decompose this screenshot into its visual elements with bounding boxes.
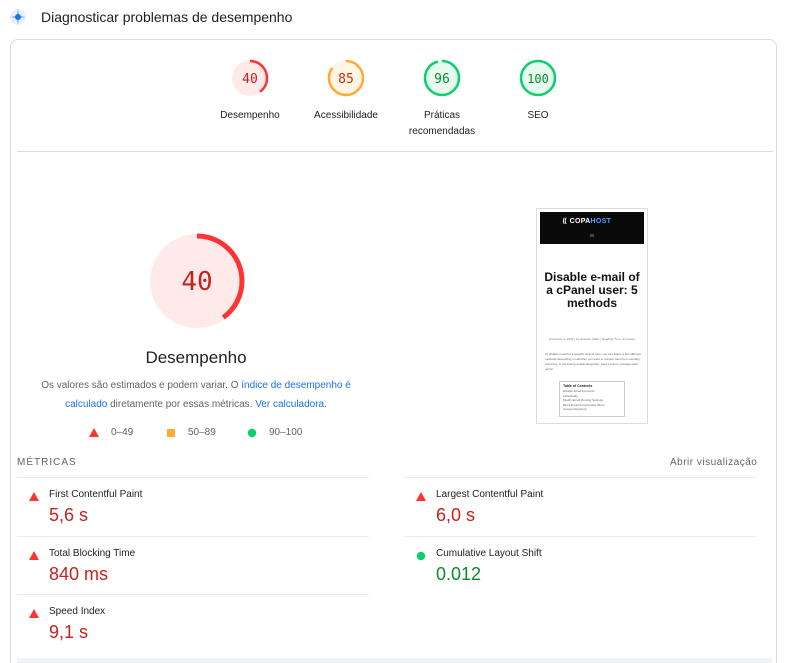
expand-view-toggle[interactable]: Abrir visualização bbox=[670, 457, 757, 468]
calculator-link[interactable]: Ver calculadora bbox=[255, 399, 324, 410]
performance-title: Desempenho bbox=[145, 348, 247, 367]
performance-description: Os valores são estimados e podem variar.… bbox=[41, 380, 351, 410]
metric-name: Speed Index bbox=[49, 606, 106, 617]
metric-tbt: Total Blocking Time 840 ms bbox=[17, 536, 369, 594]
gauge-best-practices[interactable]: 96 Práticas recomendadas bbox=[387, 58, 497, 140]
menu-icon bbox=[590, 234, 594, 237]
square-icon bbox=[167, 429, 175, 437]
gauge-label: Práticas recomendadas bbox=[408, 110, 476, 137]
metric-cls: Cumulative Layout Shift 0.012 bbox=[404, 536, 756, 594]
metric-value: 5,6 s bbox=[49, 505, 89, 525]
metric-value: 0.012 bbox=[436, 564, 482, 584]
metric-fcp: First Contentful Paint 5,6 s bbox=[17, 477, 369, 535]
gauge-ring: 85 bbox=[327, 59, 365, 97]
circle-icon bbox=[247, 428, 257, 438]
performance-score: 40 bbox=[181, 267, 212, 297]
gauge-accessibility[interactable]: 85 Acessibilidade bbox=[291, 58, 401, 124]
metric-value: 6,0 s bbox=[436, 505, 476, 525]
thumbnail-headline: Disable e-mail of a cPanel user: 5 metho… bbox=[544, 270, 640, 310]
metrics-heading: MÉTRICAS bbox=[17, 457, 77, 468]
gauge-ring: 96 bbox=[423, 59, 461, 97]
thumbnail-header: ⟪ COPAHOST bbox=[540, 212, 644, 244]
pass-circle-icon bbox=[416, 551, 426, 561]
gauge-performance[interactable]: 40 Desempenho bbox=[195, 58, 305, 124]
copahost-logo: ⟪ COPAHOST bbox=[562, 218, 612, 225]
gauge-label: Desempenho bbox=[220, 110, 280, 121]
gauge-ring: 40 bbox=[231, 59, 269, 97]
fail-triangle-icon bbox=[29, 551, 39, 560]
section-footer-strip bbox=[17, 658, 772, 663]
metric-name: Cumulative Layout Shift bbox=[436, 548, 542, 559]
report-card: 40 Desempenho 85 Acessibilidade 96 Práti… bbox=[10, 39, 777, 663]
lighthouse-icon bbox=[10, 9, 26, 25]
category-gauges: 40 Desempenho 85 Acessibilidade 96 Práti… bbox=[11, 58, 778, 158]
section-divider bbox=[17, 151, 773, 152]
thumbnail-paragraph: To disable email for a specific cPanel u… bbox=[545, 352, 641, 371]
gauge-score: 100 bbox=[527, 72, 549, 86]
triangle-icon bbox=[89, 428, 99, 437]
fail-triangle-icon bbox=[29, 492, 39, 501]
thumbnail-meta: November 3, 2024 | by Gustavo Valter | R… bbox=[548, 337, 636, 341]
metric-name: Largest Contentful Paint bbox=[436, 489, 544, 500]
performance-gauge: 40 bbox=[149, 233, 245, 329]
metric-name: Total Blocking Time bbox=[49, 548, 136, 559]
gauge-seo[interactable]: 100 SEO bbox=[483, 58, 593, 124]
metric-value: 840 ms bbox=[49, 564, 109, 584]
metric-name: First Contentful Paint bbox=[49, 489, 143, 500]
gauge-score: 40 bbox=[242, 72, 258, 87]
gauge-score: 85 bbox=[338, 72, 354, 87]
gauge-label: Acessibilidade bbox=[314, 110, 378, 121]
thumbnail-toc: Table of Contents Disable Email Accounts… bbox=[559, 381, 625, 417]
metric-speed-index: Speed Index 9,1 s bbox=[17, 594, 369, 652]
page-screenshot-thumbnail[interactable]: ⟪ COPAHOST Disable e-mail of a cPanel us… bbox=[536, 208, 648, 424]
fail-triangle-icon bbox=[29, 609, 39, 618]
page-title: Diagnosticar problemas de desempenho bbox=[41, 9, 293, 25]
gauge-label: SEO bbox=[527, 110, 549, 121]
fail-triangle-icon bbox=[416, 492, 426, 501]
gauge-score: 96 bbox=[434, 72, 450, 87]
metric-lcp: Largest Contentful Paint 6,0 s bbox=[404, 477, 756, 535]
metric-value: 9,1 s bbox=[49, 622, 89, 642]
gauge-ring: 100 bbox=[519, 59, 557, 97]
report-header: Diagnosticar problemas de desempenho bbox=[0, 0, 806, 36]
